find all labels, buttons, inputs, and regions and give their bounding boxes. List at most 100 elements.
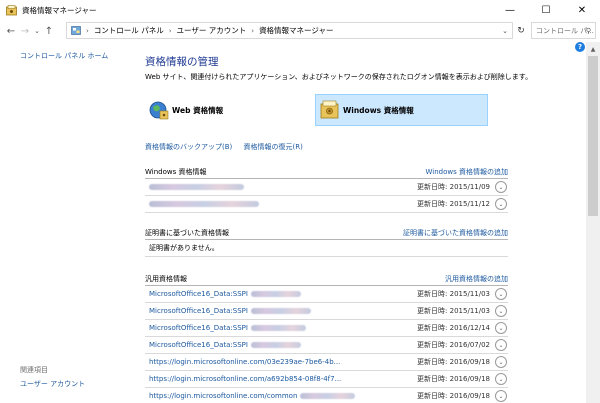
updated-date: 2016/07/02	[449, 341, 490, 349]
redacted-suffix	[300, 393, 356, 399]
credential-name: MicrosoftOffice16_Data:SSPI	[149, 324, 248, 332]
updated-label: 更新日時:	[417, 307, 448, 315]
breadcrumb-credential-manager[interactable]: 資格情報マネージャー	[259, 25, 333, 36]
credential-row[interactable]: https://login.microsoftonline.com/common…	[145, 388, 508, 403]
maximize-button[interactable]: ☐	[528, 0, 564, 20]
breadcrumb-chevron-icon: ›	[86, 26, 89, 35]
backup-credentials-link[interactable]: 資格情報のバックアップ(B)	[145, 143, 232, 151]
credential-row[interactable]: 更新日時: 2015/11/12 ⌄	[145, 196, 508, 213]
updated-date: 2016/12/14	[449, 324, 490, 332]
credential-row[interactable]: MicrosoftOffice16_Data:SSPI 更新日時: 2016/1…	[145, 320, 508, 337]
expand-chevron-icon[interactable]: ⌄	[495, 356, 507, 368]
updated-label: 更新日時:	[417, 358, 448, 366]
updated-date: 2015/11/09	[449, 183, 490, 191]
windows-credentials-button[interactable]: Windows 資格情報	[315, 94, 488, 126]
updated-date: 2016/09/18	[449, 392, 490, 400]
main-content: ? 資格情報の管理 Web サイト、関連付けられたアプリケーション、およびネット…	[130, 42, 586, 403]
updated-label: 更新日時:	[417, 392, 448, 400]
windows-credentials-label: Windows 資格情報	[343, 105, 414, 115]
credential-row[interactable]: MicrosoftOffice16_Data:SSPI 更新日時: 2015/1…	[145, 286, 508, 303]
title-bar: 資格情報マネージャー — ☐ ✕	[0, 0, 600, 20]
credential-name: MicrosoftOffice16_Data:SSPI	[149, 341, 248, 349]
updated-label: 更新日時:	[417, 324, 448, 332]
updated-label: 更新日時:	[417, 341, 448, 349]
updated-date: 2015/11/12	[449, 200, 490, 208]
redacted-credential-name	[149, 201, 259, 207]
search-icon[interactable]: ⚲	[586, 27, 591, 35]
section-header: Windows 資格情報 Windows 資格情報の追加	[145, 165, 508, 179]
expand-chevron-icon[interactable]: ⌄	[495, 390, 507, 402]
address-bar-row: ← → ⌄ ↑ › コントロール パネル › ユーザー アカウント › 資格情報…	[0, 20, 600, 42]
credential-row[interactable]: 更新日時: 2015/11/09 ⌄	[145, 179, 508, 196]
back-arrow-icon[interactable]: ←	[4, 23, 18, 39]
close-button[interactable]: ✕	[564, 0, 600, 20]
credential-name: MicrosoftOffice16_Data:SSPI	[149, 290, 248, 298]
web-credentials-button[interactable]: Web 資格情報	[145, 94, 295, 126]
redacted-credential-name	[149, 184, 244, 190]
search-input[interactable]: コントロール パ... ⚲	[531, 22, 596, 39]
generic-credentials-section: 汎用資格情報 汎用資格情報の追加 MicrosoftOffice16_Data:…	[145, 272, 508, 403]
breadcrumb-control-panel[interactable]: コントロール パネル	[94, 25, 164, 36]
address-dropdown-icon[interactable]: ⌄	[502, 27, 508, 35]
refresh-icon[interactable]: ↻	[515, 23, 527, 38]
section-header: 証明書に基づいた資格情報 証明書に基づいた資格情報の追加	[145, 226, 508, 240]
expand-chevron-icon[interactable]: ⌄	[495, 322, 507, 334]
redacted-suffix	[250, 342, 301, 348]
control-panel-icon	[71, 26, 81, 35]
breadcrumb-chevron-icon: ›	[168, 26, 172, 35]
section-header: 汎用資格情報 汎用資格情報の追加	[145, 272, 508, 286]
expand-chevron-icon[interactable]: ⌄	[495, 305, 507, 317]
credential-vault-icon	[320, 100, 339, 119]
updated-label: 更新日時:	[417, 200, 448, 208]
related-items-heading: 関連項目	[20, 366, 48, 374]
credential-row[interactable]: MicrosoftOffice16_Data:SSPI 更新日時: 2015/1…	[145, 303, 508, 320]
left-navigation-pane: コントロール パネル ホーム 関連項目 ユーザー アカウント	[0, 42, 130, 403]
add-generic-credential-link[interactable]: 汎用資格情報の追加	[445, 274, 508, 284]
minimize-button[interactable]: —	[492, 0, 528, 20]
empty-message: 証明書がありません。	[149, 244, 219, 252]
globe-icon	[149, 101, 169, 120]
up-arrow-icon[interactable]: ↑	[42, 23, 56, 39]
credential-name: MicrosoftOffice16_Data:SSPI	[149, 307, 248, 315]
scroll-up-icon[interactable]: ▲	[586, 42, 600, 56]
expand-chevron-icon[interactable]: ⌄	[495, 339, 507, 351]
credential-name: https://login.microsoftonline.com/a692b8…	[149, 375, 342, 383]
vertical-scrollbar[interactable]: ▲	[586, 42, 600, 403]
updated-label: 更新日時:	[417, 290, 448, 298]
redacted-suffix	[250, 308, 311, 314]
expand-chevron-icon[interactable]: ⌄	[495, 373, 507, 385]
updated-label: 更新日時:	[417, 375, 448, 383]
add-certificate-credential-link[interactable]: 証明書に基づいた資格情報の追加	[403, 228, 508, 238]
address-bar[interactable]: › コントロール パネル › ユーザー アカウント › 資格情報マネージャー ⌄	[66, 22, 513, 39]
section-title: 汎用資格情報	[145, 274, 187, 283]
user-accounts-link[interactable]: ユーザー アカウント	[20, 379, 85, 389]
expand-chevron-icon[interactable]: ⌄	[495, 198, 507, 210]
help-icon[interactable]: ?	[575, 42, 585, 52]
updated-date: 2015/11/03	[449, 290, 490, 298]
credential-manager-icon	[6, 4, 17, 15]
forward-arrow-icon[interactable]: →	[18, 23, 32, 39]
updated-date: 2016/09/18	[449, 358, 490, 366]
credential-row[interactable]: MicrosoftOffice16_Data:SSPI 更新日時: 2016/0…	[145, 337, 508, 354]
windows-credentials-section: Windows 資格情報 Windows 資格情報の追加 更新日時: 2015/…	[145, 165, 508, 213]
redacted-suffix	[250, 325, 306, 331]
breadcrumb-user-accounts[interactable]: ユーザー アカウント	[177, 25, 247, 36]
restore-credentials-link[interactable]: 資格情報の復元(R)	[244, 143, 303, 151]
page-title: 資格情報の管理	[145, 56, 219, 68]
credential-row[interactable]: https://login.microsoftonline.com/03e239…	[145, 354, 508, 371]
backup-restore-links: 資格情報のバックアップ(B) 資格情報の復元(R)	[145, 142, 312, 152]
updated-date: 2016/09/18	[449, 375, 490, 383]
control-panel-home-link[interactable]: コントロール パネル ホーム	[20, 51, 108, 61]
add-windows-credential-link[interactable]: Windows 資格情報の追加	[426, 167, 508, 177]
expand-chevron-icon[interactable]: ⌄	[495, 288, 507, 300]
certificate-credentials-section: 証明書に基づいた資格情報 証明書に基づいた資格情報の追加 証明書がありません。	[145, 226, 508, 257]
section-title: 証明書に基づいた資格情報	[145, 228, 229, 237]
scroll-thumb[interactable]	[588, 56, 598, 216]
expand-chevron-icon[interactable]: ⌄	[495, 181, 507, 193]
recent-dropdown-icon[interactable]: ⌄	[32, 23, 42, 39]
credential-row[interactable]: https://login.microsoftonline.com/a692b8…	[145, 371, 508, 388]
no-certificates-message: 証明書がありません。	[145, 240, 508, 257]
web-credentials-label: Web 資格情報	[172, 105, 224, 115]
page-description: Web サイト、関連付けられたアプリケーション、およびネットワークの保存されたロ…	[145, 73, 533, 81]
breadcrumb-chevron-icon: ›	[251, 26, 255, 35]
